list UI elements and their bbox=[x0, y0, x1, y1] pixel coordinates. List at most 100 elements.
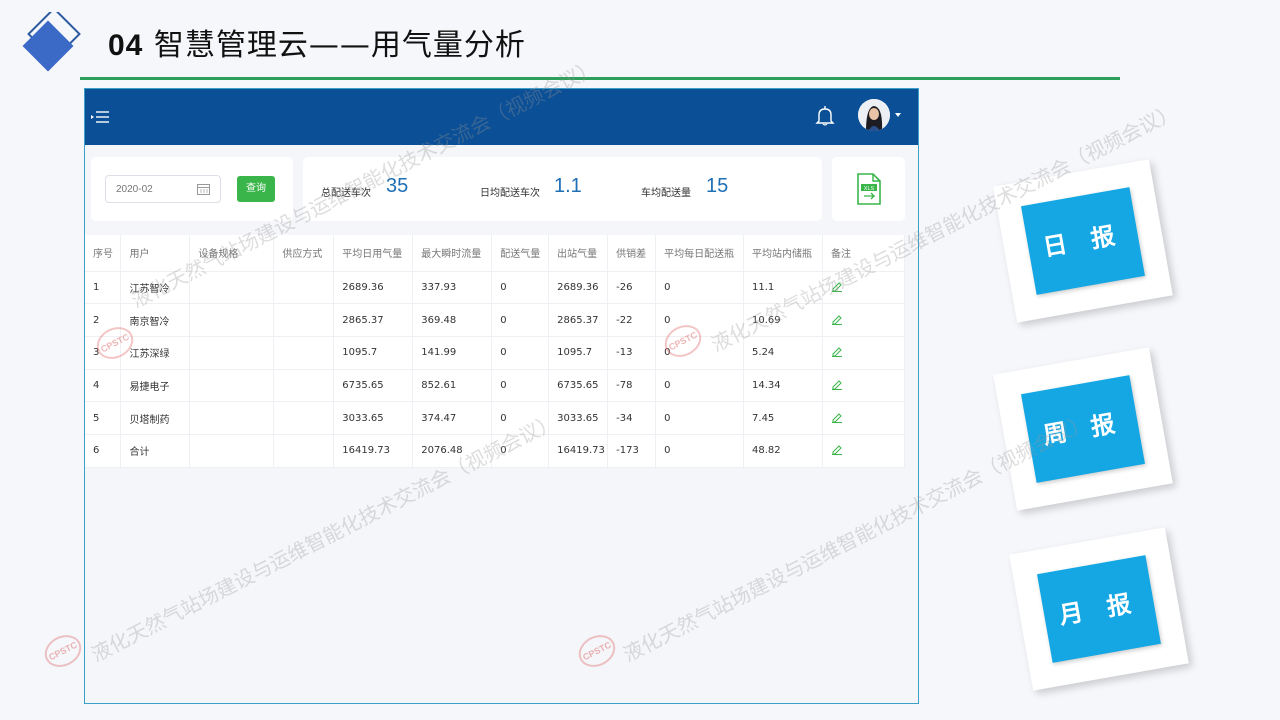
col-header: 最大瞬时流量 bbox=[412, 235, 493, 272]
table-cell: 2076.48 bbox=[412, 434, 493, 468]
slide-title-text: 智慧管理云——用气量分析 bbox=[153, 28, 526, 63]
table-cell: 2 bbox=[85, 303, 122, 337]
edit-icon[interactable] bbox=[831, 411, 843, 423]
stat-total-trips-label: 总配送车次 bbox=[321, 188, 371, 199]
monthly-report-card[interactable]: 月 报 bbox=[1009, 527, 1189, 691]
table-cell bbox=[189, 303, 275, 337]
table-cell: 0 bbox=[491, 303, 550, 337]
stat-per-vehicle-label: 车均配送量 bbox=[641, 188, 691, 199]
calendar-icon[interactable] bbox=[197, 183, 210, 195]
title-divider bbox=[80, 77, 1120, 80]
col-header: 备注 bbox=[822, 235, 906, 272]
table-row: 5 贝塔制药 3033.65 374.47 0 3033.65 -34 0 7.45 bbox=[85, 401, 906, 435]
table-cell: 6735.65 bbox=[548, 369, 609, 403]
notification-bell-icon[interactable] bbox=[815, 105, 835, 127]
table-cell: 0 bbox=[491, 336, 550, 370]
table-cell bbox=[273, 434, 335, 468]
table-cell: 1095.7 bbox=[333, 336, 414, 370]
table-cell: 0 bbox=[655, 271, 745, 305]
excel-icon-text: XLS bbox=[864, 186, 875, 192]
table-cell: 0 bbox=[655, 369, 745, 403]
table-cell bbox=[822, 271, 906, 305]
table-cell: 14.34 bbox=[743, 369, 823, 403]
app-window: 2020-02 查询 总配送车次 35 日均配送车次 1.1 车均配送量 15 … bbox=[84, 88, 919, 704]
table-cell bbox=[822, 434, 906, 468]
col-header: 平均站内储瓶 bbox=[743, 235, 823, 272]
table-cell: 0 bbox=[655, 336, 745, 370]
table-cell: 合计 bbox=[120, 434, 191, 468]
stat-daily-trips-value: 1.1 bbox=[554, 175, 582, 197]
table-cell: 0 bbox=[655, 303, 745, 337]
table-cell: 0 bbox=[491, 401, 550, 435]
table-cell: 6 bbox=[85, 434, 122, 468]
col-header: 用户 bbox=[120, 235, 191, 272]
table-cell: 江苏深绿 bbox=[120, 336, 191, 370]
table-cell: -13 bbox=[607, 336, 657, 370]
table-cell: 48.82 bbox=[743, 434, 823, 468]
excel-export-icon[interactable]: XLS bbox=[856, 173, 882, 205]
col-header: 平均每日配送瓶 bbox=[655, 235, 745, 272]
col-header: 设备规格 bbox=[189, 235, 275, 272]
col-header: 平均日用气量 bbox=[333, 235, 414, 272]
table-cell: -78 bbox=[607, 369, 657, 403]
edit-icon[interactable] bbox=[831, 313, 843, 325]
table-cell bbox=[822, 303, 906, 337]
table-cell bbox=[189, 336, 275, 370]
col-header: 配送气量 bbox=[491, 235, 550, 272]
stats-card: 总配送车次 35 日均配送车次 1.1 车均配送量 15 bbox=[303, 157, 822, 221]
user-menu-caret-icon[interactable] bbox=[895, 113, 901, 117]
table-cell: 0 bbox=[491, 434, 550, 468]
table-cell bbox=[273, 369, 335, 403]
table-cell: 0 bbox=[655, 401, 745, 435]
table-cell: 0 bbox=[491, 369, 550, 403]
query-button[interactable]: 查询 bbox=[237, 176, 275, 202]
table-cell: 5.24 bbox=[743, 336, 823, 370]
edit-icon[interactable] bbox=[831, 280, 843, 292]
menu-toggle-icon[interactable] bbox=[91, 107, 113, 127]
table-cell: 852.61 bbox=[412, 369, 493, 403]
table-cell bbox=[189, 271, 275, 305]
stat-total-trips-value: 35 bbox=[386, 175, 409, 197]
user-avatar[interactable] bbox=[858, 99, 890, 131]
weekly-report-label: 周 报 bbox=[1021, 375, 1145, 483]
table-cell bbox=[822, 369, 906, 403]
table-cell: 5 bbox=[85, 401, 122, 435]
table-cell: -26 bbox=[607, 271, 657, 305]
table-cell: 3033.65 bbox=[548, 401, 609, 435]
edit-icon[interactable] bbox=[831, 378, 843, 390]
table-cell: 江苏智冷 bbox=[120, 271, 191, 305]
table-cell: 6735.65 bbox=[333, 369, 414, 403]
slide-title-number: 04 bbox=[108, 29, 144, 62]
table-cell bbox=[273, 271, 335, 305]
table-cell bbox=[189, 401, 275, 435]
edit-icon[interactable] bbox=[831, 443, 843, 456]
table-row: 3 江苏深绿 1095.7 141.99 0 1095.7 -13 0 5.24 bbox=[85, 336, 906, 370]
table-cell: -22 bbox=[607, 303, 657, 337]
stat-per-vehicle-value: 15 bbox=[706, 175, 729, 197]
month-picker-input[interactable]: 2020-02 bbox=[105, 175, 221, 203]
export-card: XLS bbox=[832, 157, 905, 221]
table-cell bbox=[273, 401, 335, 435]
table-cell: 337.93 bbox=[412, 271, 493, 305]
table-cell: 374.47 bbox=[412, 401, 493, 435]
col-header: 出站气量 bbox=[548, 235, 609, 272]
table-row: 4 易捷电子 6735.65 852.61 0 6735.65 -78 0 14.34 bbox=[85, 369, 906, 403]
avatar-portrait-icon bbox=[858, 99, 890, 131]
weekly-report-card[interactable]: 周 报 bbox=[993, 347, 1173, 511]
top-navbar bbox=[85, 89, 918, 145]
edit-icon[interactable] bbox=[831, 345, 843, 358]
table-cell: 1095.7 bbox=[548, 336, 609, 370]
daily-report-label: 日 报 bbox=[1021, 187, 1145, 295]
table-cell: 16419.73 bbox=[548, 434, 609, 468]
table-cell: -173 bbox=[607, 434, 657, 468]
table-cell bbox=[822, 401, 906, 435]
daily-report-card[interactable]: 日 报 bbox=[993, 159, 1173, 323]
table-cell: 2865.37 bbox=[548, 303, 609, 337]
table-cell: 2865.37 bbox=[333, 303, 414, 337]
month-picker-value: 2020-02 bbox=[116, 184, 153, 195]
table-cell bbox=[189, 369, 275, 403]
logo-diamond-icon bbox=[22, 12, 81, 72]
table-cell: 2689.36 bbox=[333, 271, 414, 305]
table-row: 2 南京智冷 2865.37 369.48 0 2865.37 -22 0 10.69 bbox=[85, 303, 906, 337]
table-cell: 16419.73 bbox=[333, 434, 414, 468]
